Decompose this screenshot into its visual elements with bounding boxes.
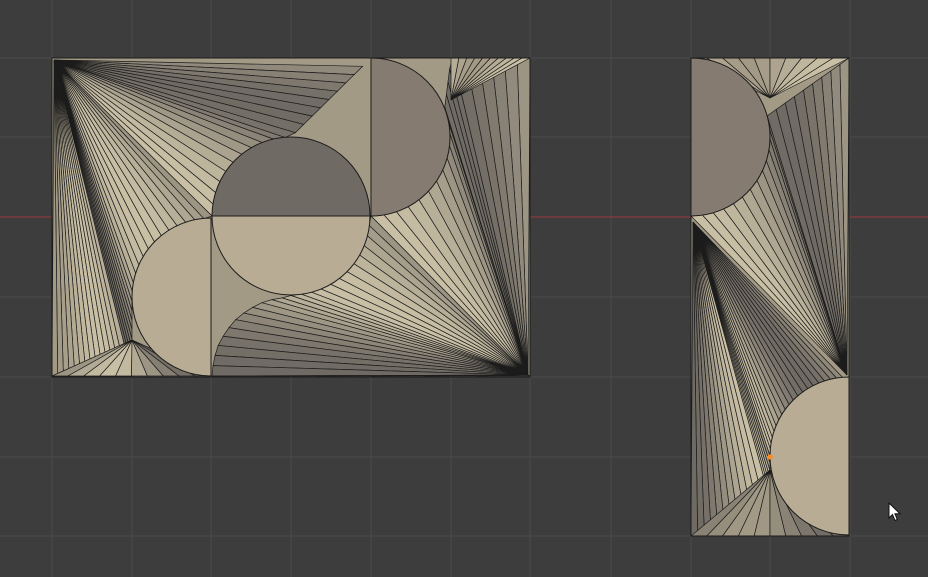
selected-vertex[interactable]	[767, 454, 773, 460]
3d-viewport[interactable]	[0, 0, 928, 577]
viewport-canvas[interactable]	[0, 0, 928, 577]
arrow-pointer-icon	[888, 502, 902, 522]
wide-panel-mesh[interactable]	[51, 56, 531, 378]
tall-panel-mesh[interactable]	[690, 57, 850, 537]
